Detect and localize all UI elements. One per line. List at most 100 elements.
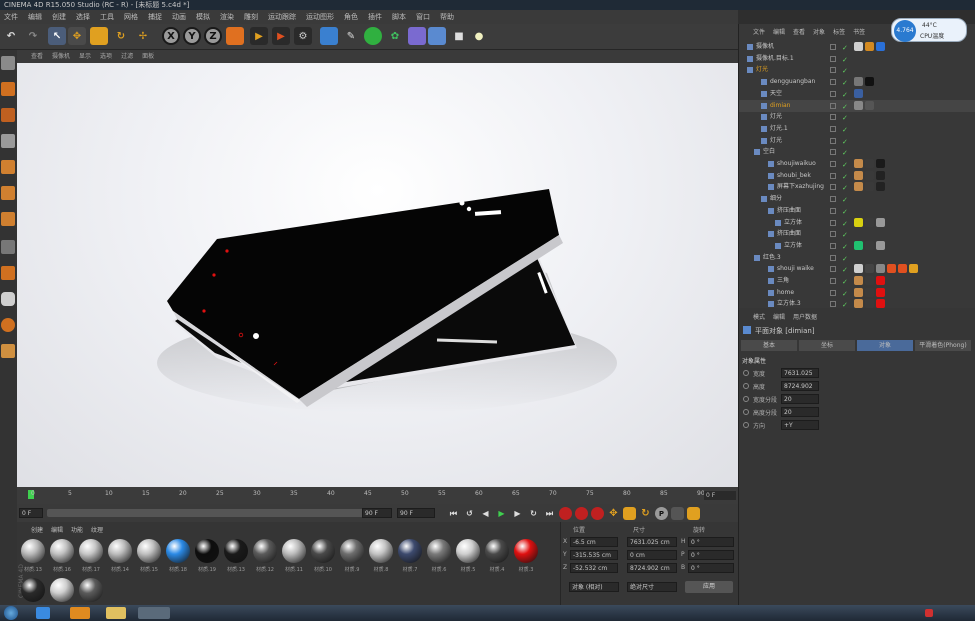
start-frame-field[interactable]: 0 F bbox=[19, 508, 43, 518]
camera-icon[interactable]: ■ bbox=[450, 27, 468, 45]
object-tag[interactable] bbox=[865, 77, 874, 87]
timeline-end-field[interactable]: 0 F bbox=[704, 491, 736, 500]
field-radio[interactable] bbox=[743, 370, 749, 376]
position-field[interactable]: -315.535 cm bbox=[570, 550, 618, 560]
object-row[interactable]: 立方体.3 ✓ bbox=[739, 298, 975, 308]
material-swatch[interactable] bbox=[340, 539, 364, 563]
material-swatch[interactable] bbox=[50, 578, 74, 602]
object-menu-item[interactable]: 对象 bbox=[813, 27, 825, 36]
object-tag[interactable] bbox=[865, 264, 874, 274]
visibility-toggle[interactable] bbox=[830, 242, 836, 249]
material-menu-item[interactable]: 功能 bbox=[71, 525, 83, 534]
object-row[interactable]: 灯光 ✓ bbox=[739, 111, 975, 123]
object-row[interactable]: shoubi_bek ✓ bbox=[739, 170, 975, 182]
object-row[interactable]: 挤压曲面 ✓ bbox=[739, 228, 975, 240]
visibility-toggle[interactable] bbox=[830, 301, 836, 308]
object-tag[interactable] bbox=[876, 170, 885, 180]
range-end-field[interactable]: 90 F bbox=[362, 508, 392, 518]
material-swatch[interactable] bbox=[398, 539, 422, 563]
move-tool-icon[interactable]: ✥ bbox=[68, 27, 86, 45]
menu-item[interactable]: 运动图形 bbox=[306, 10, 334, 24]
material-swatch[interactable] bbox=[224, 539, 248, 563]
position-field[interactable]: -52.532 cm bbox=[570, 563, 618, 573]
material-swatch[interactable] bbox=[79, 539, 103, 563]
tweak-mode-icon[interactable] bbox=[1, 266, 15, 280]
floor-icon[interactable] bbox=[428, 27, 446, 45]
object-tag[interactable] bbox=[854, 299, 863, 308]
key-scale-icon[interactable] bbox=[623, 507, 636, 520]
visibility-toggle[interactable] bbox=[830, 149, 836, 156]
menu-item[interactable]: 动画 bbox=[172, 10, 186, 24]
object-row[interactable]: 灯光 ✓ bbox=[739, 135, 975, 147]
visibility-toggle[interactable] bbox=[830, 55, 836, 62]
material-menu-item[interactable]: 编辑 bbox=[51, 525, 63, 534]
object-menu-item[interactable]: 编辑 bbox=[773, 27, 785, 36]
field-radio[interactable] bbox=[743, 396, 749, 402]
rotation-field[interactable]: 0 ° bbox=[688, 550, 734, 560]
goto-start-icon[interactable]: ⏮ bbox=[447, 507, 460, 520]
object-tag[interactable] bbox=[876, 182, 885, 192]
visibility-toggle[interactable] bbox=[830, 161, 836, 167]
object-tag[interactable] bbox=[854, 88, 863, 98]
field-input[interactable]: +Y bbox=[781, 420, 819, 430]
rotation-field[interactable]: 0 ° bbox=[688, 563, 734, 573]
menu-item[interactable]: 创建 bbox=[52, 10, 66, 24]
undo-icon[interactable]: ↶ bbox=[2, 27, 20, 45]
object-tag[interactable] bbox=[865, 100, 874, 110]
material-swatch[interactable] bbox=[79, 578, 103, 602]
object-tag[interactable] bbox=[854, 287, 863, 297]
object-tag[interactable] bbox=[854, 100, 863, 110]
object-tag[interactable] bbox=[876, 264, 885, 274]
visibility-toggle[interactable] bbox=[830, 196, 836, 203]
object-row[interactable]: dengguangban ✓ bbox=[739, 76, 975, 88]
object-row[interactable]: 摄像机.目标.1 ✓ bbox=[739, 53, 975, 65]
recent-tool-icon[interactable]: ✢ bbox=[134, 27, 152, 45]
menu-item[interactable]: 网格 bbox=[124, 10, 138, 24]
visibility-toggle[interactable] bbox=[830, 44, 836, 50]
texture-mode-icon[interactable] bbox=[1, 108, 15, 122]
key-rotation-icon[interactable]: ↻ bbox=[639, 507, 652, 520]
object-row[interactable]: 空白 ✓ bbox=[739, 146, 975, 158]
field-input[interactable]: 20 bbox=[781, 394, 819, 404]
z-axis-lock-button[interactable]: Z bbox=[204, 27, 222, 45]
attribute-menu-item[interactable]: 模式 bbox=[753, 312, 765, 321]
menu-item[interactable]: 文件 bbox=[4, 10, 18, 24]
material-swatch[interactable] bbox=[514, 539, 538, 563]
visibility-toggle[interactable] bbox=[830, 278, 836, 284]
model-mode-icon[interactable] bbox=[1, 82, 15, 96]
rotation-field[interactable]: 0 ° bbox=[688, 537, 734, 547]
next-frame-icon[interactable]: ▶ bbox=[511, 507, 524, 520]
coordinate-system-icon[interactable] bbox=[226, 27, 244, 45]
attribute-tab[interactable]: 对象 bbox=[857, 340, 913, 351]
y-axis-lock-button[interactable]: Y bbox=[183, 27, 201, 45]
timeline-window-icon[interactable] bbox=[687, 507, 700, 520]
object-row[interactable]: 挤压曲面 ✓ bbox=[739, 205, 975, 217]
field-radio[interactable] bbox=[743, 422, 749, 428]
visibility-toggle[interactable] bbox=[830, 207, 836, 214]
menu-item[interactable]: 渲染 bbox=[220, 10, 234, 24]
field-input[interactable]: 20 bbox=[781, 407, 819, 417]
object-row[interactable]: 灯光.1 ✓ bbox=[739, 123, 975, 135]
object-tag[interactable] bbox=[854, 77, 863, 87]
menu-item[interactable]: 编辑 bbox=[28, 10, 42, 24]
object-row[interactable]: 摄像机 ✓ bbox=[739, 41, 975, 53]
object-tag[interactable] bbox=[909, 264, 918, 274]
sculpt-icon[interactable] bbox=[1, 344, 15, 358]
visibility-toggle[interactable] bbox=[830, 231, 836, 238]
material-swatch[interactable] bbox=[369, 539, 393, 563]
object-tag[interactable] bbox=[854, 264, 863, 274]
autokey-icon[interactable] bbox=[575, 507, 588, 520]
object-tag[interactable] bbox=[865, 299, 874, 308]
prev-frame-icon[interactable]: ◀ bbox=[479, 507, 492, 520]
key-position-icon[interactable]: ✥ bbox=[607, 507, 620, 520]
select-tool-icon[interactable]: ↖ bbox=[48, 27, 66, 45]
menu-item[interactable]: 插件 bbox=[368, 10, 382, 24]
menu-item[interactable]: 选择 bbox=[76, 10, 90, 24]
keyframe-selection-icon[interactable] bbox=[591, 507, 604, 520]
field-input[interactable]: 8724.902 bbox=[781, 381, 819, 391]
attribute-menu-item[interactable]: 用户数据 bbox=[793, 312, 817, 321]
array-icon[interactable]: ✿ bbox=[386, 27, 404, 45]
menu-item[interactable]: 模拟 bbox=[196, 10, 210, 24]
object-row[interactable]: shouji waike ✓ bbox=[739, 263, 975, 275]
cube-icon[interactable] bbox=[320, 27, 338, 45]
